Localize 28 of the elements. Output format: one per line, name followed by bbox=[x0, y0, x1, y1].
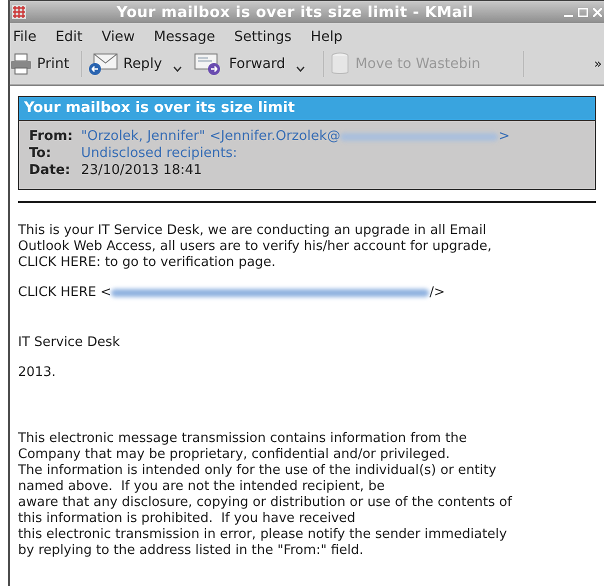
body-paragraph: This electronic message transmission contains information from the Company that may be proprietary, confidential and/or privileged. The information is intended only for the use of the individual(s) or entity named above. If you are not the intended recipient, be aware that any disclosure, copying or distribution or use of the contents of this information is prohibited. If you have received this electronic transmission in error, please notify the sender immediately by replying to the address listed in the "From:" field. bbox=[18, 431, 514, 559]
window-title: Your mailbox is over its size limit - KMail bbox=[116, 3, 474, 21]
menu-item[interactable]: Message bbox=[154, 29, 216, 45]
header-value: 23/10/2013 18:41 bbox=[81, 162, 202, 179]
close-icon[interactable] bbox=[593, 8, 602, 16]
header-label: From: bbox=[29, 128, 74, 145]
forward-button[interactable]: Forward bbox=[194, 49, 318, 79]
toolbar-overflow-button[interactable]: » bbox=[594, 56, 604, 72]
maximize-icon[interactable] bbox=[578, 8, 588, 16]
body-paragraph: IT Service Desk bbox=[18, 335, 121, 351]
menu-item[interactable]: View bbox=[102, 29, 135, 45]
print-button[interactable]: Print bbox=[10, 49, 76, 79]
printer-icon bbox=[10, 53, 32, 75]
envelope-reply-icon bbox=[88, 52, 118, 76]
header-label: Date: bbox=[29, 162, 72, 179]
body-paragraph: This is your IT Service Desk, we are conducting an upgrade in all Email Outlook Web Access, all users are to verify his/her account for upgrade, CLICK HERE: to go to verification page. bbox=[18, 223, 493, 271]
reply-button[interactable]: Reply bbox=[88, 49, 194, 79]
wastebin-icon bbox=[330, 52, 350, 76]
body-paragraph: 2013. bbox=[18, 365, 57, 381]
body-text: /> bbox=[429, 285, 445, 301]
menu-item[interactable]: Edit bbox=[55, 29, 83, 45]
menu-item[interactable]: Settings bbox=[234, 29, 292, 45]
body-text: CLICK HERE < bbox=[18, 285, 112, 301]
menu-item[interactable]: File bbox=[13, 29, 36, 45]
app-icon bbox=[12, 5, 26, 19]
message-subject: Your mailbox is over its size limit bbox=[19, 97, 595, 121]
header-label: To: bbox=[29, 145, 52, 162]
menu-item[interactable]: Help bbox=[310, 29, 342, 45]
